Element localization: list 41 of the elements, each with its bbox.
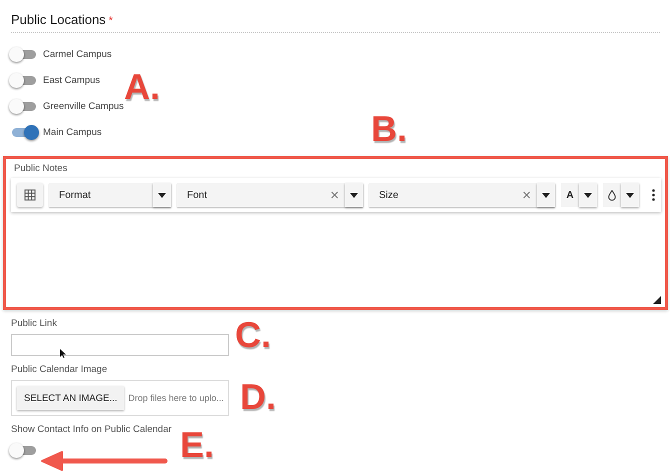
caret-icon	[350, 192, 358, 198]
table-button[interactable]	[17, 183, 43, 207]
drop-zone[interactable]: SELECT AN IMAGE... Drop files here to uplo...	[11, 380, 229, 416]
table-icon	[24, 189, 36, 201]
annotation-letter: C.	[235, 317, 271, 353]
clear-icon[interactable]: ×	[522, 186, 531, 204]
annotation-letter: B.	[371, 111, 407, 147]
toggle-switch[interactable]	[12, 446, 36, 454]
select-field[interactable]: Size	[369, 190, 522, 200]
caret-icon	[542, 192, 550, 198]
dropdown-button[interactable]	[621, 183, 639, 207]
droplet-icon	[608, 190, 616, 200]
select-image-button[interactable]: SELECT AN IMAGE...	[17, 386, 124, 410]
toggle-switch[interactable]	[12, 102, 36, 110]
caret-icon	[158, 192, 166, 198]
section-title: Public Locations	[11, 12, 106, 27]
select-field[interactable]: Font	[177, 190, 330, 200]
required-mark: *	[108, 15, 113, 27]
annotation-letter: E.	[180, 427, 214, 463]
caret-icon	[584, 192, 592, 198]
resize-handle-icon[interactable]	[653, 296, 661, 304]
field-label: Public Calendar Image	[11, 364, 108, 375]
annotation-letter: D.	[240, 379, 276, 415]
cursor-icon	[60, 349, 66, 358]
drop-hint: Drop files here to uplo...	[128, 393, 225, 403]
toggle-switch[interactable]	[12, 128, 36, 136]
field-label: Show Contact Info on Public Calendar	[11, 424, 173, 435]
toggle-label: East Campus	[43, 74, 100, 86]
more-icon[interactable]	[652, 189, 655, 201]
dropdown-button[interactable]	[579, 183, 597, 207]
field-label: Public Notes	[14, 163, 68, 174]
clear-icon[interactable]: ×	[330, 186, 339, 204]
toggle-label: Main Campus	[43, 126, 102, 138]
toggle-switch[interactable]	[12, 76, 36, 84]
annotation-letter: A.	[124, 69, 160, 105]
caret-icon	[626, 192, 634, 198]
toggle-switch[interactable]	[12, 50, 36, 58]
toggle-label: Greenville Campus	[43, 100, 124, 112]
field-label: Public Link	[11, 318, 58, 329]
link-input[interactable]	[11, 334, 229, 356]
toggle-label: Carmel Campus	[43, 48, 112, 60]
